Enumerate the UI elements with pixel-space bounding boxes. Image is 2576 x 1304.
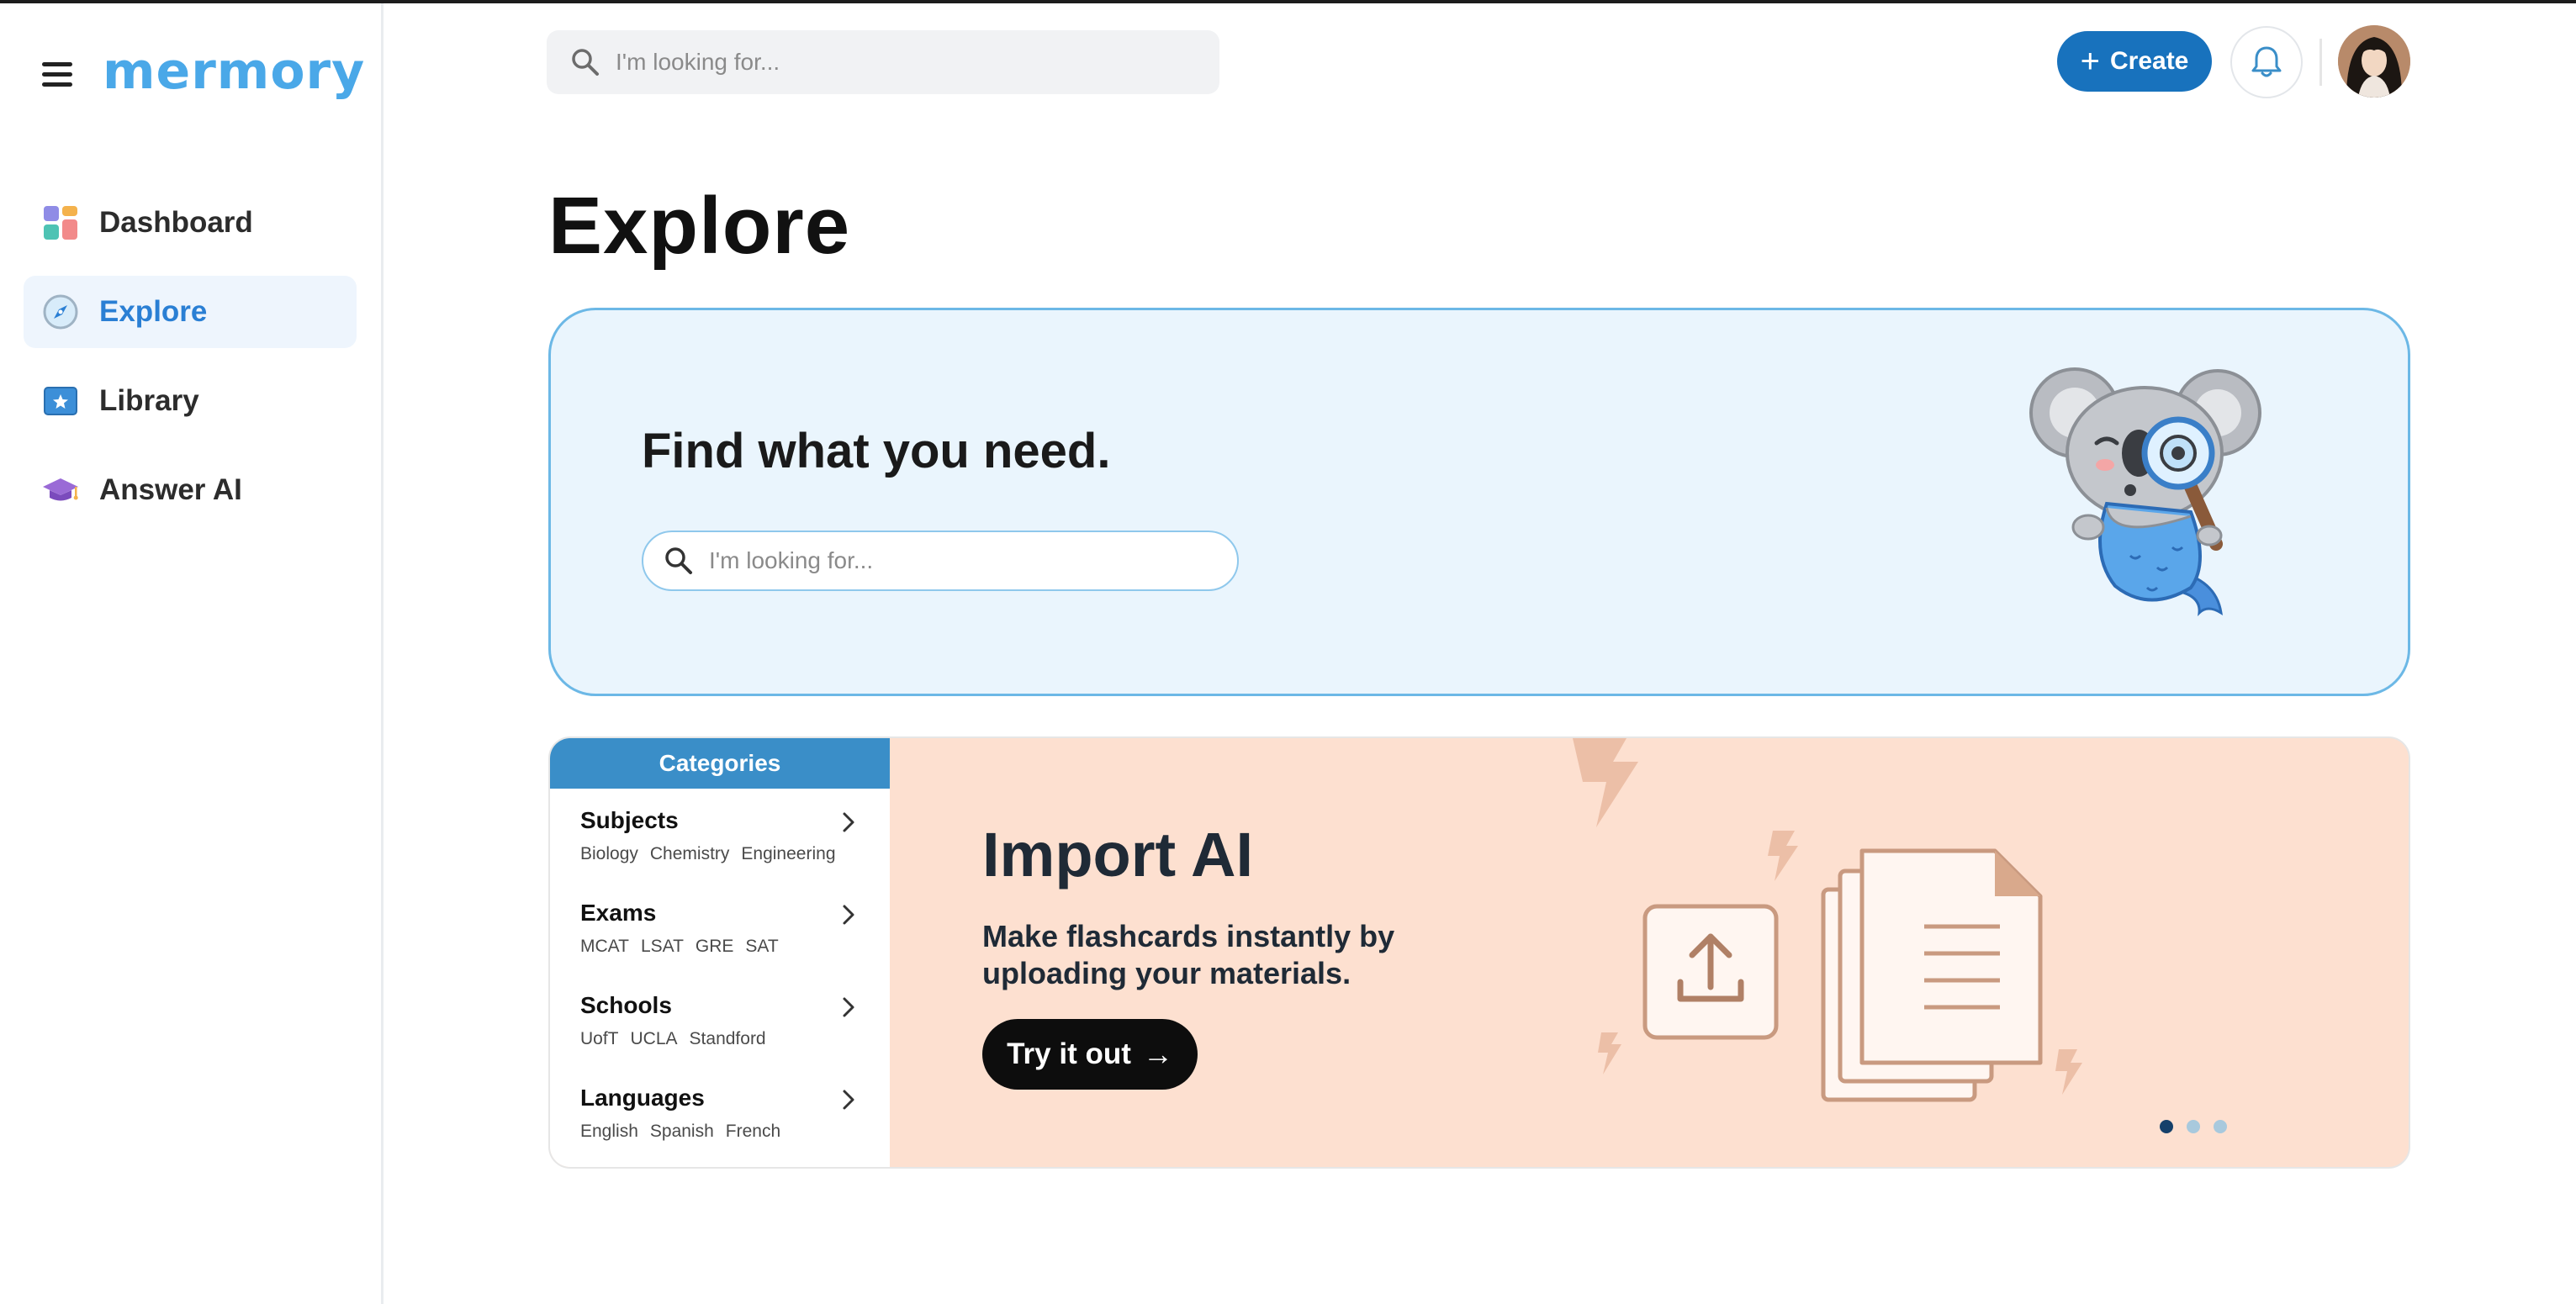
app-logo[interactable]: mermory — [103, 42, 365, 101]
dashboard-icon — [40, 203, 81, 243]
chevron-right-icon — [843, 1090, 854, 1110]
carousel-dot[interactable] — [2187, 1120, 2200, 1133]
avatar[interactable] — [2338, 25, 2410, 98]
category-tags: Biology Chemistry Engineering — [580, 844, 890, 864]
sidebar-item-label: Library — [99, 384, 199, 417]
create-button-label: Create — [2109, 47, 2189, 75]
category-tag[interactable]: MCAT — [580, 937, 629, 956]
category-tags: MCAT LSAT GRE SAT — [580, 937, 890, 957]
page-title: Explore — [548, 181, 851, 271]
plus-icon: + — [2080, 43, 2100, 80]
category-item-languages[interactable]: Languages English Spanish French — [550, 1066, 890, 1159]
category-tag[interactable]: English — [580, 1122, 638, 1141]
promo-subtitle: Make flashcards instantly by uploading y… — [982, 919, 1395, 990]
promo-carousel-slide: Import AI Make flashcards instantly by u… — [890, 738, 2409, 1167]
category-tag[interactable]: Chemistry — [650, 844, 730, 863]
create-button[interactable]: + Create — [2057, 31, 2212, 92]
sidebar-item-label: Dashboard — [99, 206, 253, 239]
category-tags: UofT UCLA Standford — [580, 1029, 890, 1049]
top-search-input[interactable] — [616, 49, 1120, 76]
sidebar-nav: Dashboard Explore Library Answer AI — [24, 187, 357, 543]
sidebar: mermory Dashboard Explore Library Answer… — [0, 3, 383, 1304]
category-tag[interactable]: French — [726, 1122, 780, 1141]
try-it-out-button[interactable]: Try it out → — [982, 1019, 1198, 1090]
sidebar-item-explore[interactable]: Explore — [24, 276, 357, 348]
category-item-exams[interactable]: Exams MCAT LSAT GRE SAT — [550, 881, 890, 974]
menu-icon[interactable] — [42, 62, 72, 87]
bell-icon — [2251, 46, 2282, 77]
top-search-bar[interactable] — [547, 30, 1219, 94]
notifications-button[interactable] — [2230, 26, 2303, 98]
graduation-cap-icon — [40, 470, 81, 510]
category-tag[interactable]: Biology — [580, 844, 638, 863]
sidebar-item-label: Answer AI — [99, 473, 242, 506]
hero-search-input[interactable] — [709, 547, 1214, 574]
arrow-right-icon: → — [1142, 1037, 1173, 1071]
upload-documents-illustration — [1573, 738, 2082, 1102]
sidebar-item-dashboard[interactable]: Dashboard — [24, 187, 357, 259]
category-tag[interactable]: UofT — [580, 1029, 619, 1048]
sidebar-item-label: Explore — [99, 295, 208, 328]
compass-icon — [40, 292, 81, 332]
category-tag[interactable]: LSAT — [641, 937, 684, 956]
category-tags: English Spanish French — [580, 1122, 890, 1142]
chevron-right-icon — [843, 905, 854, 925]
categories-panel: Categories Subjects Biology Chemistry Engi… — [550, 738, 890, 1167]
category-tag[interactable]: Engineering — [741, 844, 835, 863]
category-item-schools[interactable]: Schools UofT UCLA Standford — [550, 974, 890, 1066]
feature-card: Categories Subjects Biology Chemistry Engi… — [548, 736, 2410, 1169]
topbar-divider — [2319, 39, 2322, 86]
search-icon — [572, 49, 599, 76]
hero-search-bar[interactable] — [642, 531, 1239, 591]
categories-header: Categories — [550, 738, 890, 789]
library-icon — [40, 381, 81, 421]
sidebar-item-library[interactable]: Library — [24, 365, 357, 437]
sidebar-item-answer-ai[interactable]: Answer AI — [24, 454, 357, 526]
hero-banner: Find what you need. — [548, 308, 2410, 696]
chevron-right-icon — [843, 997, 854, 1017]
koala-mascot-illustration — [2029, 367, 2261, 617]
category-tag[interactable]: UCLA — [631, 1029, 678, 1048]
category-tag[interactable]: GRE — [696, 937, 734, 956]
category-item-subjects[interactable]: Subjects Biology Chemistry Engineering — [550, 789, 890, 881]
category-tag[interactable]: SAT — [745, 937, 778, 956]
carousel-dots — [2160, 1120, 2227, 1133]
search-icon — [665, 547, 692, 574]
try-it-out-label: Try it out — [1007, 1037, 1131, 1070]
hero-heading: Find what you need. — [642, 424, 1111, 478]
carousel-dot[interactable] — [2214, 1120, 2227, 1133]
carousel-dot[interactable] — [2160, 1120, 2173, 1133]
category-tag[interactable]: Standford — [690, 1029, 766, 1048]
promo-title: Import AI — [982, 820, 1254, 890]
window-top-border — [0, 0, 2576, 3]
chevron-right-icon — [843, 812, 854, 832]
category-tag[interactable]: Spanish — [650, 1122, 714, 1141]
